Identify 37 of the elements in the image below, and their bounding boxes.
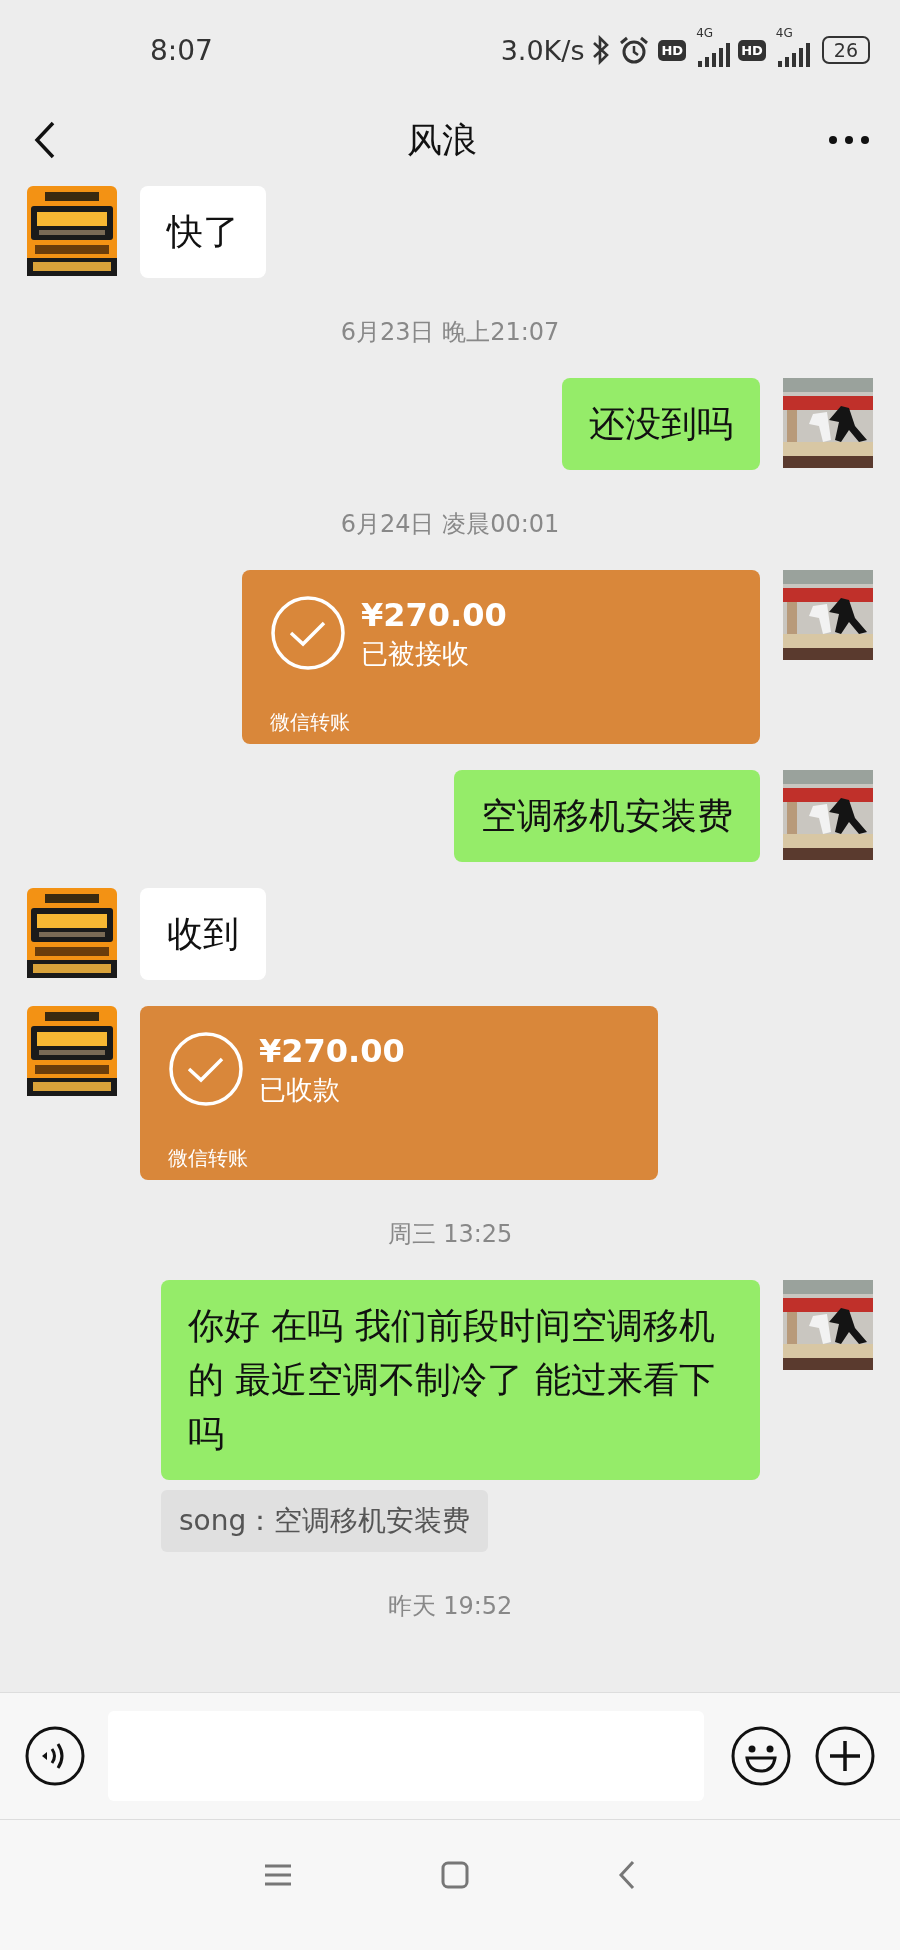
bluetooth-icon bbox=[592, 35, 611, 65]
timestamp: 周三 13:25 bbox=[387, 1219, 513, 1250]
voice-icon[interactable] bbox=[24, 1725, 86, 1787]
message-bubble: 快了 bbox=[140, 186, 266, 278]
message-bubble: 空调移机安装费 bbox=[454, 770, 760, 862]
battery-indicator: 26 bbox=[821, 36, 870, 64]
message-bubble: 收到 bbox=[140, 888, 266, 980]
network-type: 4G bbox=[775, 27, 793, 39]
transfer-status: 已收款 bbox=[259, 1073, 341, 1107]
hd-badge: HD bbox=[738, 39, 766, 61]
check-circle-icon bbox=[270, 595, 346, 671]
transfer-label: 微信转账 bbox=[168, 1145, 249, 1172]
transfer-amount: ¥270.00 bbox=[259, 1031, 405, 1072]
network-type: 4G bbox=[696, 27, 714, 39]
back-icon[interactable] bbox=[34, 121, 56, 159]
message-bubble: 还没到吗 bbox=[562, 378, 760, 470]
timestamp: 昨天 19:52 bbox=[387, 1591, 513, 1622]
more-icon[interactable] bbox=[828, 135, 870, 145]
status-time: 8:07 bbox=[150, 33, 213, 67]
check-circle-icon bbox=[168, 1031, 244, 1107]
menu-icon[interactable] bbox=[264, 1863, 293, 1887]
transfer-status: 已被接收 bbox=[361, 637, 470, 671]
hd-badge: HD bbox=[658, 39, 687, 61]
home-icon[interactable] bbox=[441, 1861, 469, 1889]
timestamp: 6月23日 晚上21:07 bbox=[340, 317, 560, 348]
transfer-label: 微信转账 bbox=[270, 709, 351, 736]
transfer-amount: ¥270.00 bbox=[361, 595, 507, 636]
timestamp: 6月24日 凌晨00:01 bbox=[340, 509, 560, 540]
chat-title: 风浪 bbox=[407, 118, 477, 162]
transfer-card[interactable]: ¥270.00 已被接收 微信转账 bbox=[242, 570, 760, 744]
transfer-card[interactable]: ¥270.00 已收款 微信转账 bbox=[140, 1006, 658, 1180]
alarm-icon bbox=[618, 35, 651, 65]
quoted-message: song：空调移机安装费 bbox=[161, 1490, 489, 1552]
emoji-icon[interactable] bbox=[730, 1725, 792, 1787]
message-bubble: 你好 在吗 我们前段时间空调移机的 最近空调不制冷了 能过来看下吗 bbox=[161, 1280, 760, 1480]
network-speed: 3.0K/s bbox=[500, 34, 585, 66]
plus-icon[interactable] bbox=[814, 1725, 876, 1787]
